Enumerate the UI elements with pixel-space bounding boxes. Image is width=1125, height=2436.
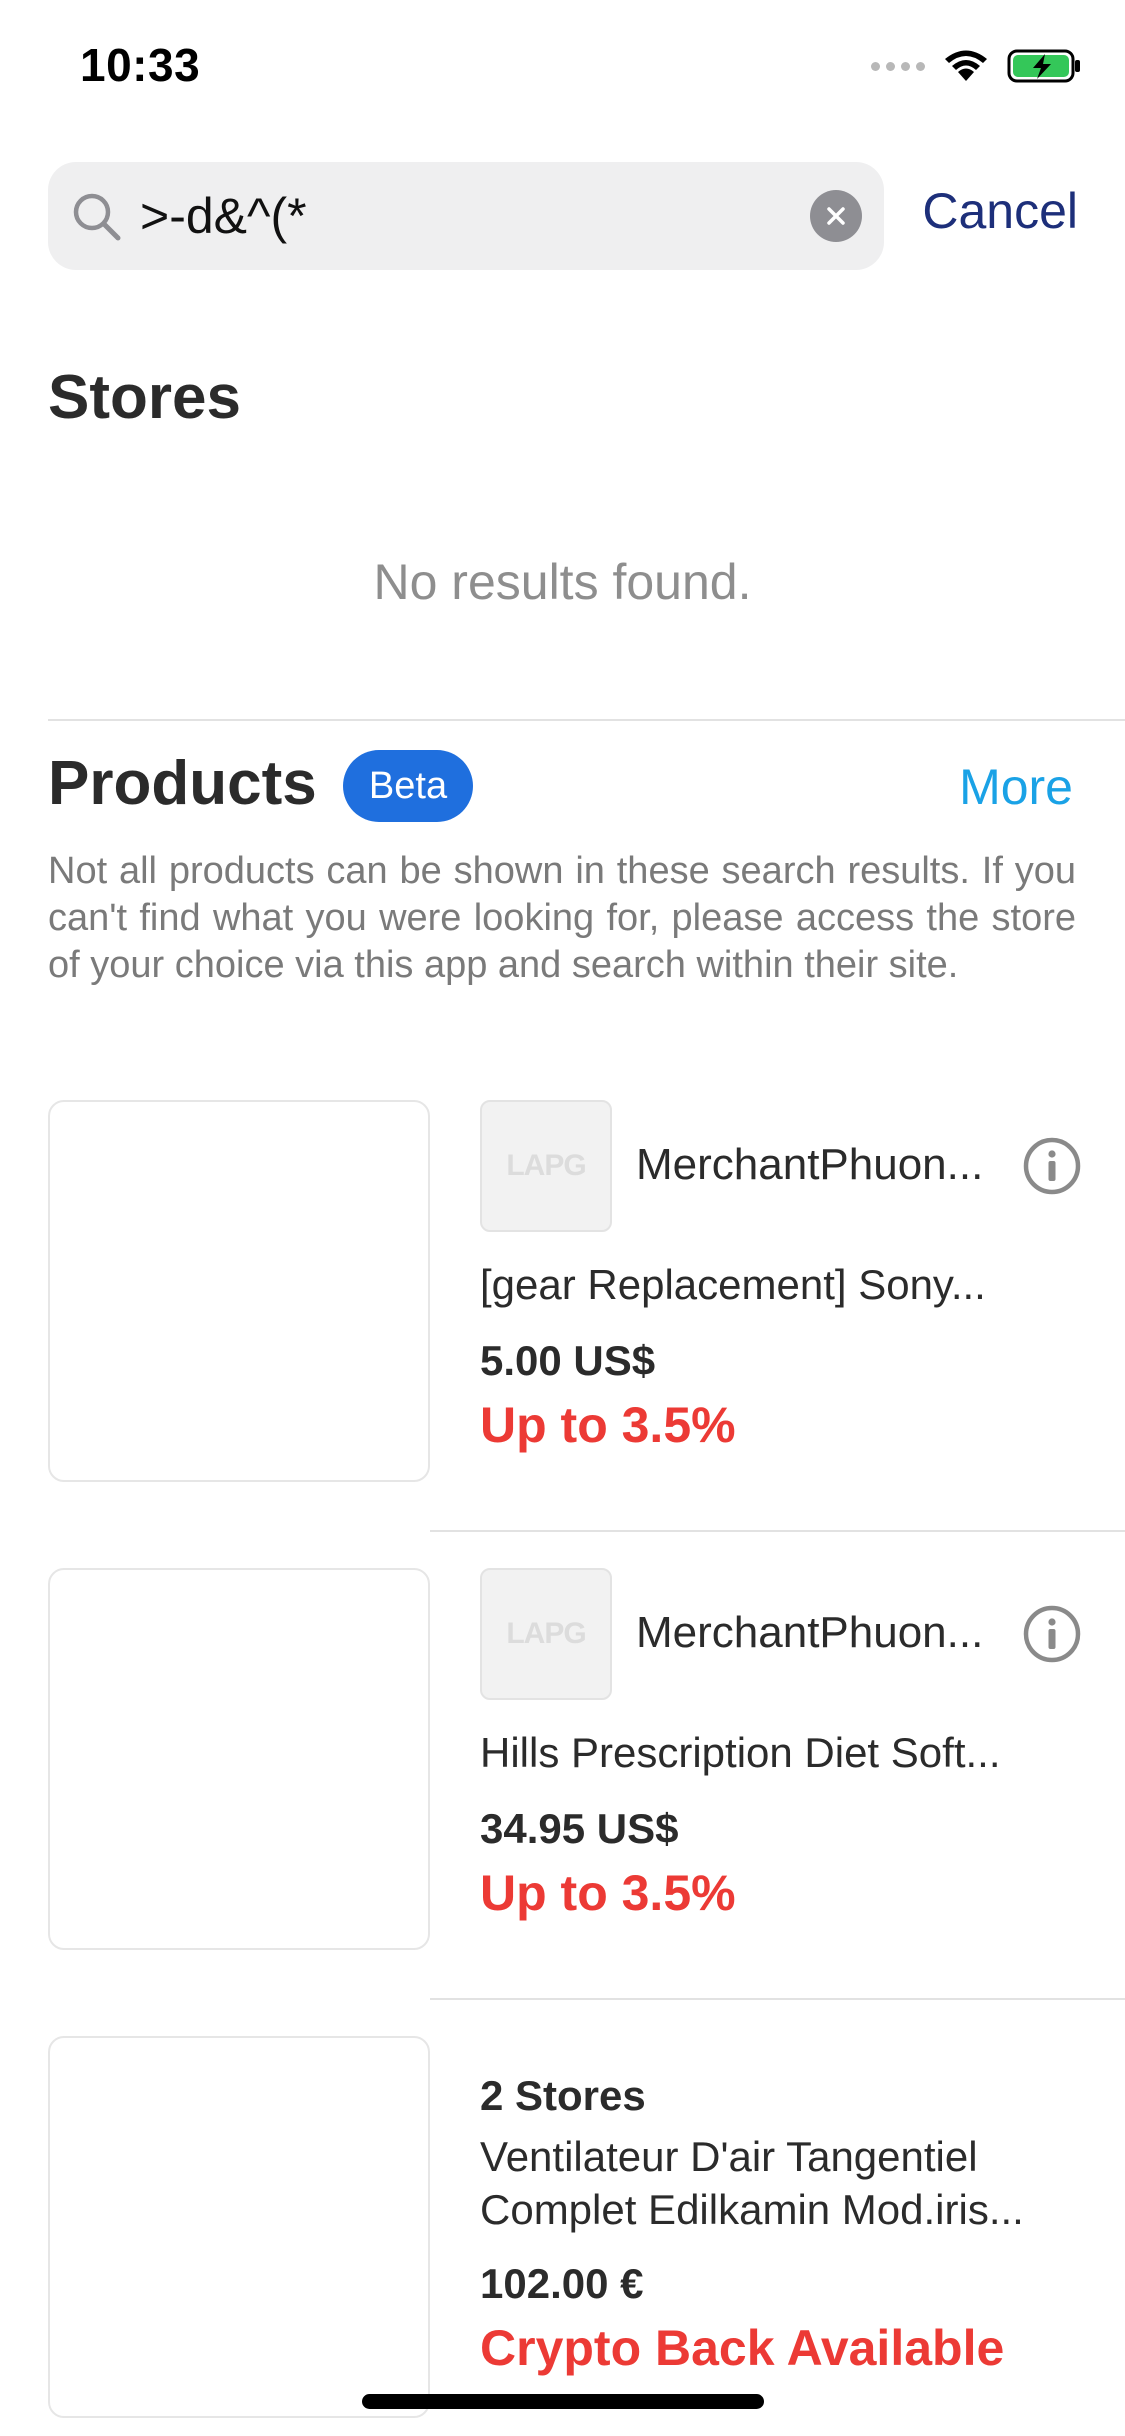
merchant-logo: LAPG: [480, 1100, 612, 1232]
wifi-icon: [945, 50, 987, 81]
status-bar: 10:33: [0, 0, 1125, 130]
store-count: 2 Stores: [480, 2072, 646, 2119]
beta-badge: Beta: [343, 750, 473, 822]
list-divider: [430, 1998, 1125, 2000]
cancel-button[interactable]: Cancel: [922, 182, 1078, 240]
info-icon[interactable]: [1022, 1136, 1082, 1196]
clear-icon[interactable]: [810, 190, 862, 242]
merchant-name: MerchantPhuon...: [636, 1140, 984, 1189]
product-price: 102.00 €: [480, 2260, 644, 2307]
product-cashback: Crypto Back Available: [480, 2320, 1005, 2376]
status-time: 10:33: [80, 39, 201, 91]
product-title: Ventilateur D'air Tangentiel Complet Edi…: [480, 2133, 1024, 2233]
merchant-name: MerchantPhuon...: [636, 1608, 984, 1657]
more-button[interactable]: More: [959, 758, 1073, 816]
product-title: Hills Prescription Diet Soft...: [480, 1729, 1001, 1776]
products-section-title: Products: [48, 749, 317, 818]
stores-empty-message: No results found.: [373, 554, 752, 610]
product-card[interactable]: 2 Stores Ventilateur D'air Tangentiel Co…: [0, 2036, 1125, 2422]
list-divider: [430, 1530, 1125, 1532]
product-image[interactable]: [48, 1100, 430, 1482]
section-divider: [48, 719, 1125, 721]
status-icons: [871, 48, 1083, 84]
products-disclaimer: Not all products can be shown in these s…: [48, 850, 1076, 986]
product-card[interactable]: LAPG MerchantPhuon... Hills Prescription…: [0, 1568, 1125, 1954]
info-icon[interactable]: [1022, 1604, 1082, 1664]
product-image[interactable]: [48, 1568, 430, 1950]
search-icon: [73, 193, 121, 241]
product-price: 34.95 US$: [480, 1805, 679, 1852]
product-title: [gear Replacement] Sony...: [480, 1261, 986, 1308]
home-indicator[interactable]: [362, 2394, 764, 2409]
search-bar: Cancel: [48, 162, 1078, 270]
product-cashback: Up to 3.5%: [480, 1397, 736, 1453]
stores-section-title: Stores: [48, 363, 241, 432]
product-cashback: Up to 3.5%: [480, 1865, 736, 1921]
cellular-dots-icon: [871, 61, 925, 71]
product-price: 5.00 US$: [480, 1337, 656, 1384]
product-card[interactable]: LAPG MerchantPhuon... [gear Replacement]…: [0, 1100, 1125, 1486]
search-input[interactable]: [140, 162, 840, 270]
product-image[interactable]: [48, 2036, 430, 2418]
search-field-container[interactable]: [48, 162, 884, 270]
merchant-logo: LAPG: [480, 1568, 612, 1700]
battery-charging-icon: [1007, 49, 1080, 83]
